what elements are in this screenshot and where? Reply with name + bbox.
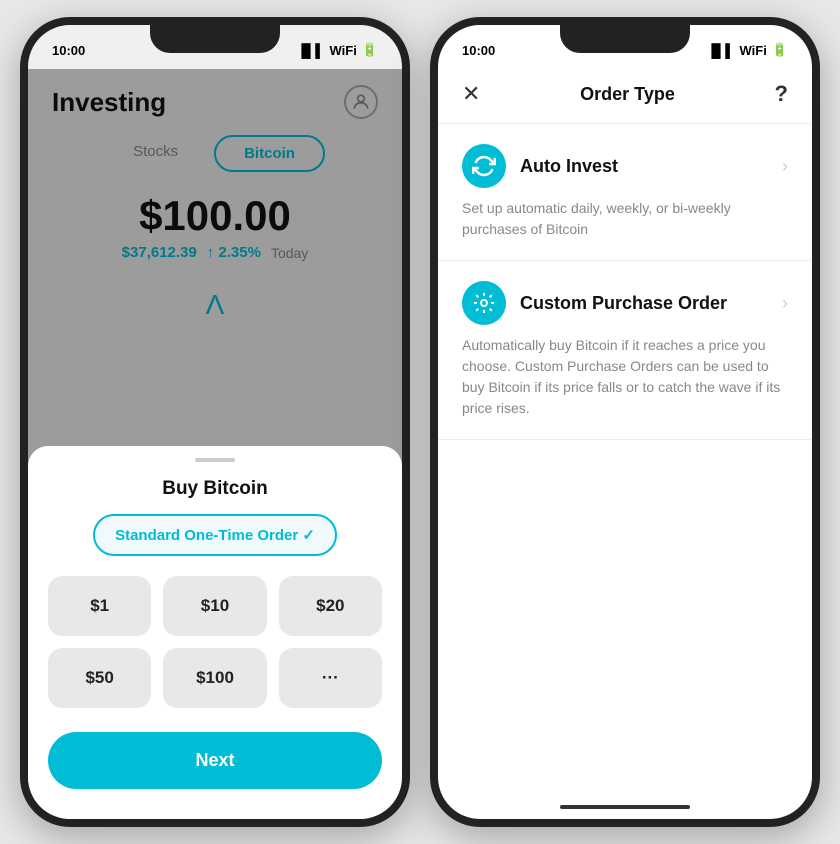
order-type-header: ✕ Order Type ? bbox=[438, 69, 812, 124]
amount-100[interactable]: $100 bbox=[163, 648, 266, 708]
close-button[interactable]: ✕ bbox=[462, 81, 480, 107]
sheet-title: Buy Bitcoin bbox=[48, 478, 382, 500]
signal-icon: ▐▌▌ bbox=[297, 43, 325, 58]
left-status-time: 10:00 bbox=[52, 43, 85, 58]
order-type-label: Standard One-Time Order ✓ bbox=[115, 526, 315, 544]
left-status-icons: ▐▌▌ WiFi 🔋 bbox=[297, 42, 378, 58]
right-wifi-icon: WiFi bbox=[739, 43, 766, 58]
right-status-time: 10:00 bbox=[462, 43, 495, 58]
custom-order-icon bbox=[462, 281, 506, 325]
custom-order-desc: Automatically buy Bitcoin if it reaches … bbox=[462, 335, 788, 419]
battery-icon: 🔋 bbox=[362, 42, 378, 58]
bottom-sheet: Buy Bitcoin Standard One-Time Order ✓ $1… bbox=[28, 446, 402, 819]
amount-20[interactable]: $20 bbox=[279, 576, 382, 636]
sheet-handle bbox=[195, 458, 235, 462]
auto-invest-icon bbox=[462, 144, 506, 188]
auto-invest-chevron: › bbox=[782, 156, 788, 177]
auto-invest-desc: Set up automatic daily, weekly, or bi-we… bbox=[462, 198, 788, 240]
help-button[interactable]: ? bbox=[775, 81, 788, 107]
amount-50[interactable]: $50 bbox=[48, 648, 151, 708]
custom-order-chevron: › bbox=[782, 293, 788, 314]
next-button[interactable]: Next bbox=[48, 732, 382, 789]
amount-grid: $1 $10 $20 $50 $100 ··· bbox=[48, 576, 382, 708]
left-screen: Investing Stocks Bitcoin $100.00 $37,612… bbox=[28, 69, 402, 819]
auto-invest-main: Auto Invest › bbox=[462, 144, 788, 188]
auto-invest-name: Auto Invest bbox=[520, 156, 618, 177]
notch bbox=[150, 25, 280, 53]
custom-order-option[interactable]: Custom Purchase Order › Automatically bu… bbox=[438, 261, 812, 440]
right-notch bbox=[560, 25, 690, 53]
right-phone: 10:00 ▐▌▌ WiFi 🔋 ✕ Order Type ? Auto Inv… bbox=[430, 17, 820, 827]
custom-order-left: Custom Purchase Order bbox=[462, 281, 727, 325]
right-home-indicator bbox=[560, 805, 690, 809]
right-battery-icon: 🔋 bbox=[772, 42, 788, 58]
order-type-title: Order Type bbox=[580, 84, 675, 105]
left-phone: 10:00 ▐▌▌ WiFi 🔋 Investing Stocks Bitcoi… bbox=[20, 17, 410, 827]
custom-order-name: Custom Purchase Order bbox=[520, 293, 727, 314]
custom-order-main: Custom Purchase Order › bbox=[462, 281, 788, 325]
right-signal-icon: ▐▌▌ bbox=[707, 43, 735, 58]
wifi-icon: WiFi bbox=[329, 43, 356, 58]
right-status-icons: ▐▌▌ WiFi 🔋 bbox=[707, 42, 788, 58]
amount-10[interactable]: $10 bbox=[163, 576, 266, 636]
auto-invest-option[interactable]: Auto Invest › Set up automatic daily, we… bbox=[438, 124, 812, 261]
amount-1[interactable]: $1 bbox=[48, 576, 151, 636]
auto-invest-left: Auto Invest bbox=[462, 144, 618, 188]
amount-more[interactable]: ··· bbox=[279, 648, 382, 708]
order-type-button[interactable]: Standard One-Time Order ✓ bbox=[93, 514, 337, 556]
